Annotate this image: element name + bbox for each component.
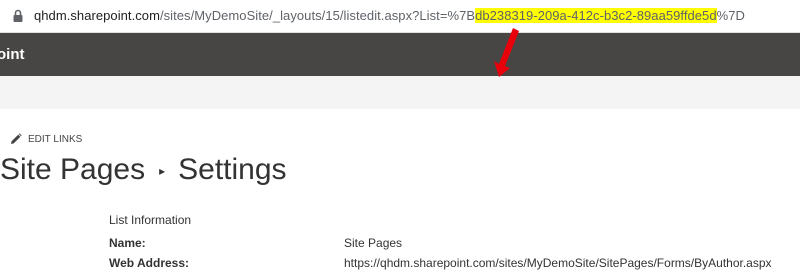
info-label: Name:: [109, 236, 146, 250]
url-domain: qhdm.sharepoint.com: [34, 8, 160, 23]
red-arrow-annotation: [494, 28, 519, 77]
url-text[interactable]: qhdm.sharepoint.com/sites/MyDemoSite/_la…: [34, 8, 745, 23]
suite-bar-title[interactable]: oint: [0, 46, 25, 63]
breadcrumb-parent[interactable]: Site Pages: [0, 148, 145, 192]
info-label: Web Address:: [109, 256, 190, 270]
breadcrumb-current: Settings: [178, 153, 287, 186]
info-row-web-address: Web Address: https://qhdm.sharepoint.com…: [109, 256, 799, 272]
info-row-name: Name: Site Pages: [109, 236, 799, 252]
breadcrumb-separator-icon: ▸: [159, 164, 166, 178]
url-list-guid-highlight: db238319-209a-412c-b3c2-89aa59ffde5d: [475, 8, 717, 23]
suite-bar: oint: [0, 33, 800, 76]
pencil-icon: [11, 133, 22, 144]
info-value: https://qhdm.sharepoint.com/sites/MyDemo…: [344, 256, 772, 270]
browser-address-bar[interactable]: qhdm.sharepoint.com/sites/MyDemoSite/_la…: [0, 0, 800, 33]
lock-icon[interactable]: [12, 9, 24, 23]
edit-links-button[interactable]: EDIT LINKS: [10, 132, 82, 146]
info-value: Site Pages: [344, 236, 403, 250]
url-path: /sites/MyDemoSite/_layouts/15/listedit.a…: [159, 8, 476, 23]
ribbon-bar: [0, 76, 800, 109]
list-information-heading: List Information: [109, 213, 192, 227]
edit-links-label: EDIT LINKS: [28, 133, 83, 145]
page-title-breadcrumb: Site Pages ▸ Settings: [0, 148, 287, 192]
url-suffix: %7D: [716, 8, 745, 23]
